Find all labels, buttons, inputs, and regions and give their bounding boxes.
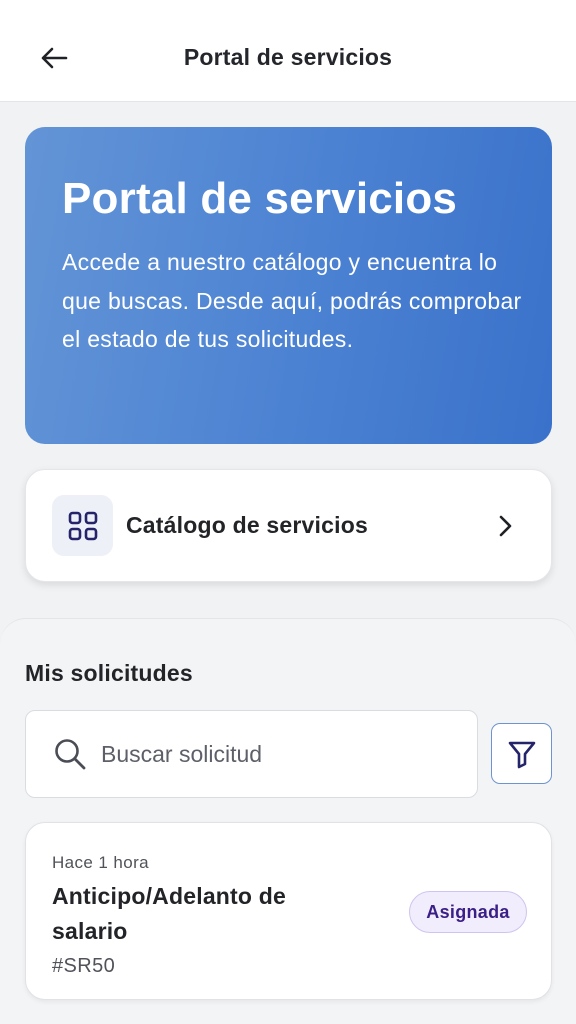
request-id: #SR50 <box>52 955 116 977</box>
grid-icon <box>68 511 97 540</box>
chevron-right-icon <box>493 514 517 538</box>
search-icon <box>52 736 88 772</box>
request-time: Hace 1 hora <box>52 853 150 872</box>
back-button[interactable] <box>30 36 78 80</box>
status-badge: Asignada <box>409 891 527 933</box>
search-field[interactable] <box>25 710 478 798</box>
request-title: Anticipo/Adelanto de salario <box>52 883 286 944</box>
service-catalog-button[interactable]: Catálogo de servicios <box>25 469 552 582</box>
request-card[interactable]: Hace 1 hora Anticipo/Adelanto de salario… <box>25 822 552 1000</box>
hero-banner: Portal de servicios Accede a nuestro cat… <box>25 127 552 444</box>
app-bar-title: Portal de servicios <box>183 44 393 70</box>
catalog-label: Catálogo de servicios <box>126 512 368 538</box>
filter-icon <box>508 741 535 768</box>
requests-section-title: Mis solicitudes <box>25 660 193 686</box>
catalog-icon-container <box>52 495 113 556</box>
hero-title: Portal de servicios <box>62 174 458 223</box>
filter-button[interactable] <box>491 723 552 784</box>
hero-description: Accede a nuestro catálogo y encuentra lo… <box>62 249 522 352</box>
app-bar: Portal de servicios <box>0 0 576 102</box>
arrow-left-icon <box>41 47 68 69</box>
search-input[interactable] <box>101 740 461 768</box>
